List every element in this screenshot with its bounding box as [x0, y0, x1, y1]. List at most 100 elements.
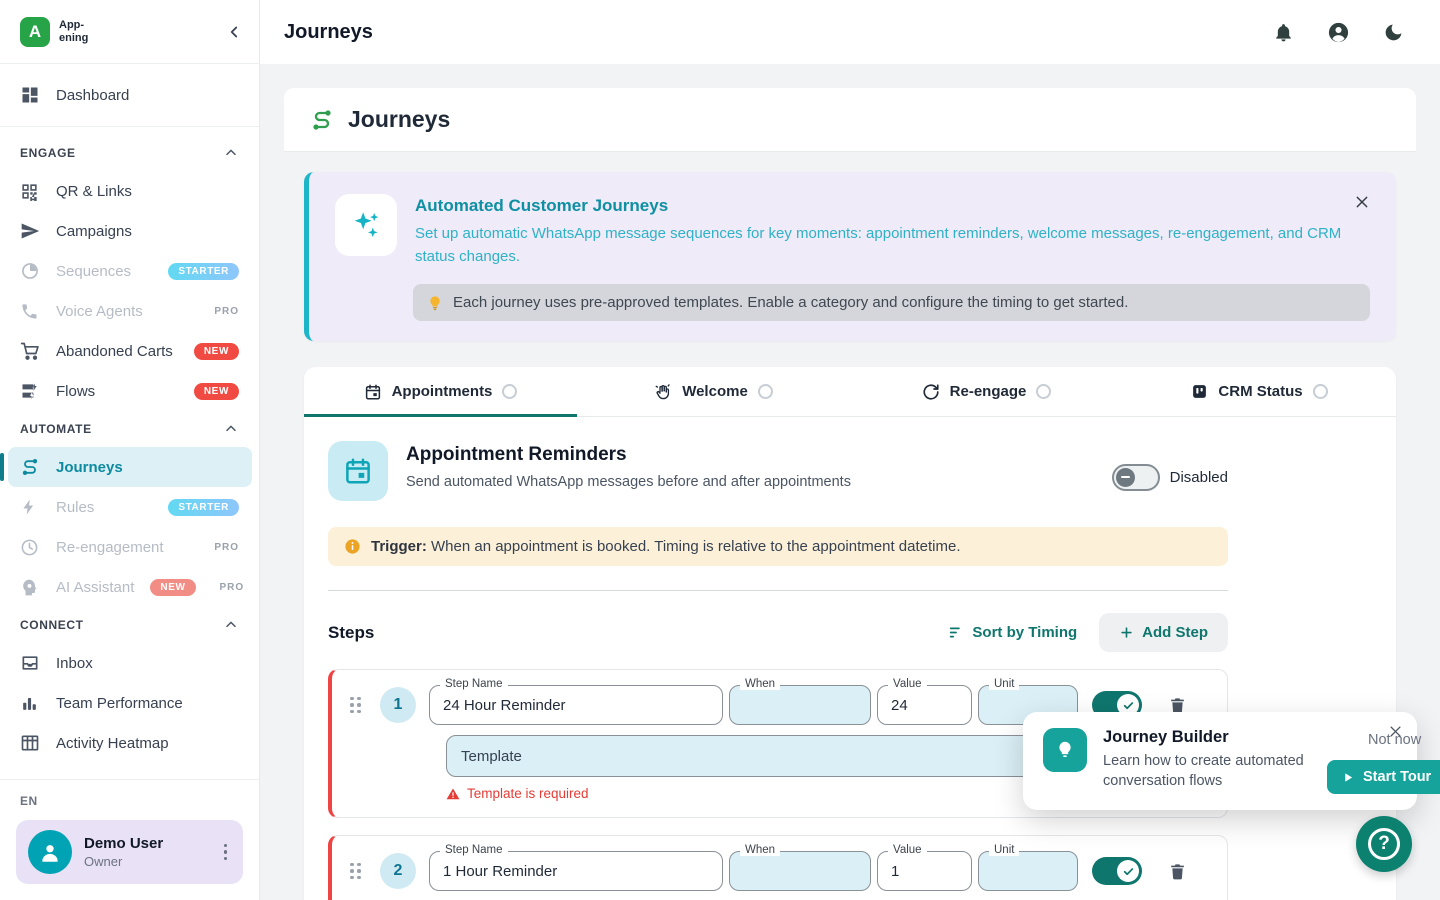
sidebar-item-label: Inbox [56, 655, 239, 672]
when-select[interactable]: When [729, 685, 871, 725]
unit-input[interactable] [979, 697, 1077, 714]
popup-close-icon[interactable] [1388, 724, 1403, 739]
sidebar-item-label: Journeys [56, 459, 240, 476]
banner-close-icon[interactable] [1354, 194, 1370, 210]
user-name: Demo User [84, 835, 208, 852]
popup-title: Journey Builder [1103, 728, 1311, 747]
app-logo-icon: A [20, 17, 50, 47]
step-name-field[interactable]: Step Name [429, 685, 723, 725]
category-enable-toggle[interactable] [1112, 464, 1160, 491]
value-field[interactable]: Value [877, 851, 972, 891]
step-name-input[interactable] [430, 863, 722, 880]
drag-handle-icon[interactable] [350, 863, 361, 880]
delete-step-icon[interactable] [1168, 862, 1187, 881]
drag-handle-icon[interactable] [350, 697, 361, 714]
chevron-up-icon [223, 145, 239, 161]
when-input[interactable] [730, 697, 870, 714]
flows-icon [20, 381, 40, 401]
section-header-engage[interactable]: ENGAGE [0, 135, 259, 171]
sidebar-item-abandoned-carts[interactable]: Abandoned Carts NEW [0, 331, 259, 371]
value-input[interactable] [878, 697, 971, 714]
question-mark-icon: ? [1368, 828, 1400, 860]
new-badge: NEW [194, 343, 239, 360]
user-card[interactable]: Demo User Owner [16, 820, 243, 884]
page-title: Journeys [348, 106, 450, 133]
language-selector[interactable]: EN [16, 792, 243, 820]
help-button[interactable]: ? [1356, 816, 1412, 872]
start-tour-button[interactable]: Start Tour [1327, 760, 1440, 794]
sidebar-item-label: Re-engagement [56, 539, 198, 556]
tab-appointments[interactable]: Appointments [304, 367, 577, 416]
tab-crm-status[interactable]: CRM Status [1123, 367, 1396, 416]
sequence-icon [20, 261, 40, 281]
trigger-info-box: Trigger: When an appointment is booked. … [328, 527, 1228, 566]
sort-icon [947, 624, 964, 641]
cart-icon [20, 341, 40, 361]
step-name-field[interactable]: Step Name [429, 851, 723, 891]
sidebar-item-inbox[interactable]: Inbox [0, 643, 259, 683]
route-icon [20, 457, 40, 477]
tab-re-engage[interactable]: Re-engage [850, 367, 1123, 416]
sidebar-item-dashboard[interactable]: Dashboard [0, 72, 259, 118]
sidebar-item-activity-heatmap[interactable]: Activity Heatmap [0, 723, 259, 763]
sidebar-collapse-icon[interactable] [225, 23, 243, 41]
sidebar-item-label: Voice Agents [56, 303, 198, 320]
when-input[interactable] [730, 863, 870, 880]
lightbulb-icon [1043, 728, 1087, 772]
sidebar-item-qr-links[interactable]: QR & Links [0, 171, 259, 211]
page-title-card: Journeys [284, 88, 1416, 152]
account-icon[interactable] [1327, 21, 1350, 44]
tab-label: Re-engage [950, 383, 1027, 400]
template-select[interactable]: Template [446, 735, 1094, 777]
sidebar-item-label: Flows [56, 383, 178, 400]
banner-description: Set up automatic WhatsApp message sequen… [415, 223, 1370, 268]
tab-radio[interactable] [758, 384, 773, 399]
reminders-header: Appointment Reminders Send automated Wha… [328, 441, 1228, 501]
user-role: Owner [84, 854, 208, 869]
trigger-text: When an appointment is booked. Timing is… [431, 538, 960, 555]
logo-letter: A [29, 22, 41, 42]
phone-icon [20, 302, 40, 321]
sidebar-item-campaigns[interactable]: Campaigns [0, 211, 259, 251]
sidebar-item-rules[interactable]: Rules STARTER [0, 487, 259, 527]
when-select[interactable]: When [729, 851, 871, 891]
value-field[interactable]: Value [877, 685, 972, 725]
kanban-icon [1191, 383, 1208, 400]
dashboard-icon [20, 85, 40, 105]
add-step-button[interactable]: Add Step [1099, 613, 1228, 652]
sidebar-item-re-engagement[interactable]: Re-engagement PRO [0, 527, 259, 567]
tab-radio[interactable] [1313, 384, 1328, 399]
tab-radio[interactable] [502, 384, 517, 399]
sidebar-item-flows[interactable]: Flows NEW [0, 371, 259, 411]
clock-icon [20, 538, 40, 557]
sidebar-item-label: Dashboard [56, 87, 239, 104]
heatmap-grid-icon [20, 733, 40, 753]
notifications-bell-icon[interactable] [1273, 22, 1294, 43]
sidebar-item-label: Abandoned Carts [56, 343, 178, 360]
value-input[interactable] [878, 863, 971, 880]
sort-by-timing-button[interactable]: Sort by Timing [947, 624, 1077, 641]
dark-mode-moon-icon[interactable] [1383, 22, 1404, 43]
reminders-subtitle: Send automated WhatsApp messages before … [406, 474, 851, 490]
new-badge: NEW [194, 383, 239, 400]
sidebar-item-team-performance[interactable]: Team Performance [0, 683, 259, 723]
starter-badge: STARTER [168, 499, 239, 516]
sidebar-item-sequences[interactable]: Sequences STARTER [0, 251, 259, 291]
unit-select[interactable]: Unit [978, 851, 1078, 891]
pro-tag: PRO [214, 306, 239, 317]
user-menu-kebab-icon[interactable] [220, 840, 232, 865]
tab-welcome[interactable]: Welcome [577, 367, 850, 416]
sidebar-item-ai-assistant[interactable]: AI Assistant NEW PRO [0, 567, 259, 607]
section-header-automate[interactable]: AUTOMATE [0, 411, 259, 447]
tab-radio[interactable] [1036, 384, 1051, 399]
section-header-connect[interactable]: CONNECT [0, 607, 259, 643]
unit-input[interactable] [979, 863, 1077, 880]
sidebar-item-voice-agents[interactable]: Voice Agents PRO [0, 291, 259, 331]
journeys-panel: Appointments Welcome Re-engage [304, 367, 1396, 900]
new-badge: NEW [150, 579, 195, 596]
sidebar-item-journeys[interactable]: Journeys [8, 447, 252, 487]
chevron-up-icon [223, 617, 239, 633]
step-enable-toggle[interactable] [1092, 857, 1142, 885]
step-name-input[interactable] [430, 697, 722, 714]
step-number: 2 [380, 853, 416, 889]
